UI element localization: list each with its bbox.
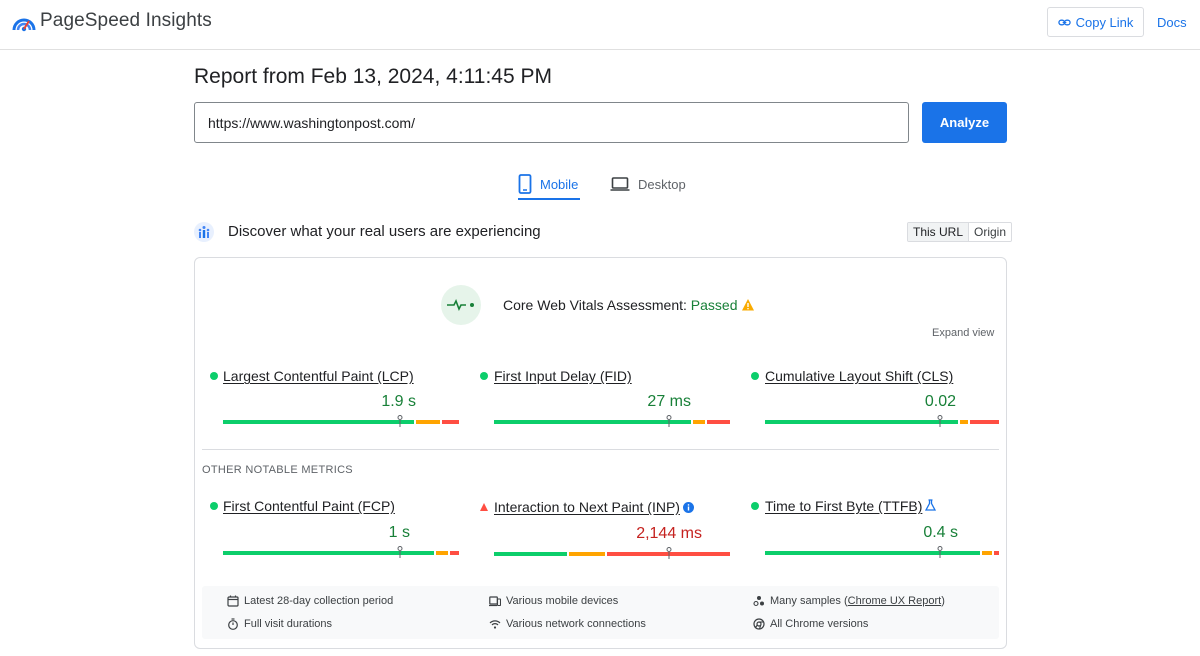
core-web-vitals-icon: [441, 285, 481, 325]
metric-ttfb-label[interactable]: Time to First Byte (TTFB): [765, 498, 922, 514]
good-dot-icon: [480, 372, 488, 380]
copy-link-button[interactable]: Copy Link: [1047, 7, 1144, 37]
metric-inp-value: 2,144 ms: [636, 525, 702, 542]
analyze-button[interactable]: Analyze: [922, 102, 1007, 143]
metric-lcp-label[interactable]: Largest Contentful Paint (LCP): [223, 368, 414, 384]
lcp-marker: [397, 415, 403, 427]
pagespeed-logo-icon[interactable]: [12, 10, 36, 32]
inp-marker: [666, 547, 672, 559]
cwv-status: Passed: [690, 297, 738, 313]
metric-ttfb-value: 0.4 s: [923, 524, 958, 541]
other-metrics-heading: OTHER NOTABLE METRICS: [202, 464, 353, 476]
metric-cls-value: 0.02: [924, 393, 956, 410]
devices-icon: [489, 596, 501, 607]
samples-item: Many samples (Chrome UX Report): [753, 595, 945, 607]
fid-distribution-bar: [494, 415, 730, 427]
metric-fid-label[interactable]: First Input Delay (FID): [494, 368, 632, 384]
fid-marker: [666, 415, 672, 427]
experimental-flask-icon[interactable]: [925, 499, 936, 511]
fcp-distribution-bar: [223, 546, 459, 558]
network-connections-text: Various network connections: [506, 618, 646, 630]
tab-mobile[interactable]: Mobile: [518, 168, 581, 200]
good-dot-icon: [751, 502, 759, 510]
docs-link[interactable]: Docs: [1157, 15, 1187, 30]
app-title[interactable]: PageSpeed Insights: [40, 10, 212, 32]
good-dot-icon: [210, 372, 218, 380]
poor-triangle-icon: [480, 503, 488, 511]
calendar-icon: [227, 595, 239, 607]
discover-heading: Discover what your real users are experi…: [228, 223, 541, 240]
metric-fcp-label[interactable]: First Contentful Paint (FCP): [223, 498, 395, 514]
metric-inp-label[interactable]: Interaction to Next Paint (INP): [494, 499, 680, 515]
visit-durations-text: Full visit durations: [244, 618, 333, 630]
samples-suffix: ): [941, 595, 945, 607]
collection-period-item: Latest 28-day collection period: [227, 595, 393, 607]
fcp-marker: [397, 546, 403, 558]
wifi-icon: [489, 620, 501, 629]
mobile-phone-icon: [518, 174, 532, 194]
url-origin-toggle: This URL Origin: [907, 222, 1013, 242]
metric-fcp-value: 1 s: [388, 524, 410, 541]
chrome-versions-item: All Chrome versions: [753, 618, 868, 630]
chrome-versions-text: All Chrome versions: [770, 618, 869, 630]
chrome-ux-report-link[interactable]: Chrome UX Report: [848, 595, 942, 607]
stopwatch-icon: [228, 618, 238, 630]
cwv-assessment: Core Web Vitals Assessment: Passed: [503, 297, 738, 313]
inp-distribution-bar: [494, 547, 730, 559]
cwv-label: Core Web Vitals Assessment:: [503, 297, 687, 313]
chrome-icon: [753, 618, 765, 630]
expand-view-link[interactable]: Expand view: [932, 327, 994, 339]
users-experience-icon: [194, 222, 214, 242]
mobile-devices-text: Various mobile devices: [506, 595, 619, 607]
collection-period-text: Latest 28-day collection period: [244, 595, 394, 607]
good-dot-icon: [751, 372, 759, 380]
url-input[interactable]: [194, 102, 909, 143]
copy-link-label: Copy Link: [1075, 14, 1134, 30]
section-divider: [202, 449, 999, 450]
info-icon[interactable]: [683, 502, 694, 513]
tab-mobile-label: Mobile: [540, 176, 579, 192]
cls-marker: [937, 415, 943, 427]
visit-durations-item: Full visit durations: [227, 618, 332, 630]
metric-cls-label[interactable]: Cumulative Layout Shift (CLS): [765, 368, 953, 384]
warning-icon[interactable]: [741, 298, 755, 312]
ttfb-distribution-bar: [765, 546, 999, 558]
lcp-distribution-bar: [223, 415, 459, 427]
ttfb-marker: [937, 546, 943, 558]
report-title: Report from Feb 13, 2024, 4:11:45 PM: [194, 65, 552, 88]
link-icon: [1057, 19, 1071, 25]
tab-desktop-label: Desktop: [638, 176, 686, 192]
metric-lcp-value: 1.9 s: [381, 393, 416, 410]
cls-distribution-bar: [765, 415, 999, 427]
good-dot-icon: [210, 502, 218, 510]
collection-info-panel: [202, 586, 999, 639]
toggle-this-url[interactable]: This URL: [908, 223, 970, 241]
samples-dots-icon: [753, 596, 764, 607]
metric-fid-value: 27 ms: [647, 393, 691, 410]
top-header: PageSpeed Insights Copy Link Docs: [0, 0, 1200, 50]
mobile-devices-item: Various mobile devices: [489, 595, 618, 607]
laptop-icon: [610, 177, 630, 191]
network-connections-item: Various network connections: [489, 618, 646, 630]
tab-desktop[interactable]: Desktop: [610, 168, 686, 200]
toggle-origin[interactable]: Origin: [969, 223, 1012, 241]
samples-prefix: Many samples (: [770, 595, 848, 607]
